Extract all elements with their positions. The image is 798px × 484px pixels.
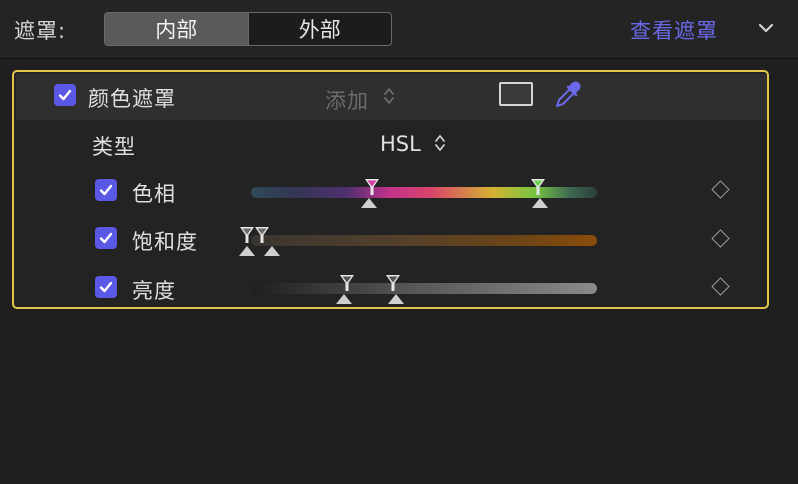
- chevron-down-icon[interactable]: [756, 18, 776, 38]
- luminance-upper-handle[interactable]: [339, 274, 355, 292]
- checkmark-icon: [99, 232, 113, 244]
- saturation-lower-handle[interactable]: [264, 246, 280, 256]
- color-mask-checkbox[interactable]: [54, 84, 76, 106]
- mask-side-segmented-control: 内部 外部: [104, 12, 392, 46]
- luminance-range-slider[interactable]: [251, 283, 597, 294]
- updown-arrows-icon: [435, 135, 445, 151]
- saturation-label: 饱和度: [132, 230, 198, 254]
- hue-label: 色相: [132, 182, 176, 206]
- checkmark-icon: [58, 89, 72, 101]
- hue-upper-handle[interactable]: [530, 178, 546, 196]
- eyedropper-icon[interactable]: [553, 80, 583, 110]
- blend-mode-select[interactable]: 添加: [325, 85, 369, 115]
- updown-arrows-icon: [384, 88, 394, 104]
- luminance-label: 亮度: [132, 279, 176, 303]
- saturation-range-slider[interactable]: [251, 235, 597, 246]
- segment-inner-button[interactable]: 内部: [105, 13, 249, 45]
- luminance-lower-handle[interactable]: [336, 294, 352, 304]
- segment-outer-button[interactable]: 外部: [249, 13, 392, 45]
- hue-checkbox[interactable]: [95, 179, 117, 201]
- mask-label: 遮罩:: [14, 19, 67, 43]
- saturation-checkbox[interactable]: [95, 227, 117, 249]
- checkmark-icon: [99, 184, 113, 196]
- luminance-checkbox[interactable]: [95, 276, 117, 298]
- type-select[interactable]: HSL: [380, 132, 421, 156]
- checkmark-icon: [99, 281, 113, 293]
- luminance-lower-handle[interactable]: [388, 294, 404, 304]
- hue-lower-handle[interactable]: [361, 198, 377, 208]
- type-label: 类型: [92, 135, 136, 159]
- mask-preview-icon[interactable]: [499, 82, 533, 106]
- color-mask-title: 颜色遮罩: [88, 87, 176, 111]
- view-mask-button[interactable]: 查看遮罩: [630, 15, 718, 45]
- hue-lower-handle[interactable]: [532, 198, 548, 208]
- saturation-upper-handle[interactable]: [239, 226, 255, 244]
- saturation-upper-handle[interactable]: [254, 226, 270, 244]
- hue-upper-handle[interactable]: [364, 178, 380, 196]
- luminance-upper-handle[interactable]: [385, 274, 401, 292]
- mask-toolbar: 遮罩: 内部 外部 查看遮罩: [0, 0, 798, 59]
- saturation-lower-handle[interactable]: [239, 246, 255, 256]
